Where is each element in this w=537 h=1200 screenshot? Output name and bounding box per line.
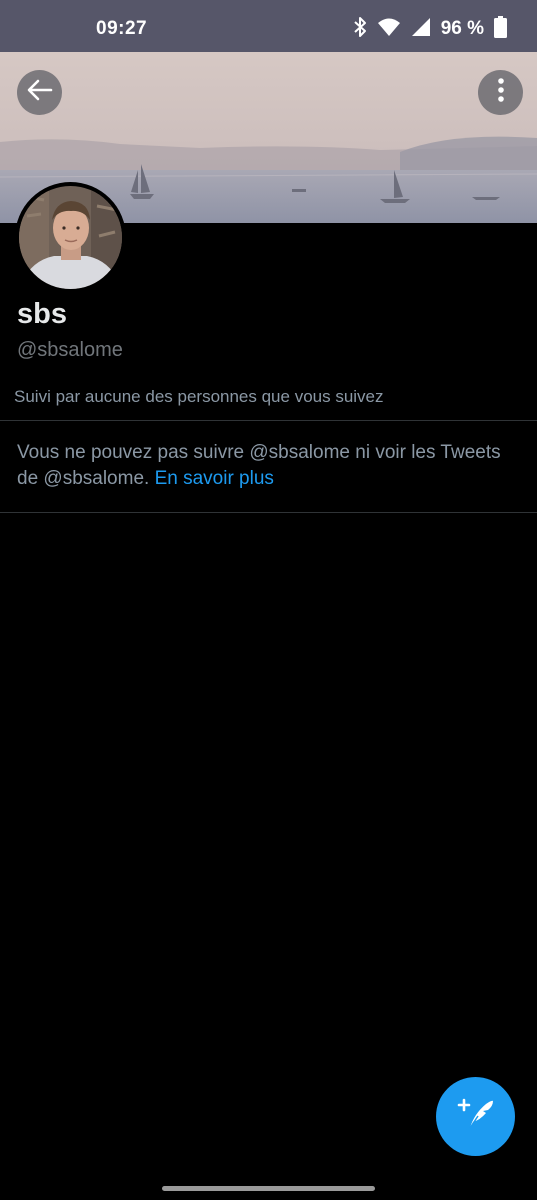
divider [0,420,537,421]
back-button[interactable] [17,70,62,115]
more-vertical-icon [497,77,505,108]
followed-by-text: Suivi par aucune des personnes que vous … [14,387,384,406]
arrow-left-icon [27,79,53,106]
home-indicator[interactable] [162,1186,375,1191]
learn-more-link[interactable]: En savoir plus [155,468,274,489]
avatar[interactable] [15,182,126,293]
compose-tweet-icon [456,1094,496,1139]
display-name: sbs [17,298,67,330]
compose-tweet-button[interactable] [436,1077,515,1156]
avatar-photo [19,186,122,289]
divider [0,512,537,513]
battery-icon [494,15,507,43]
status-bar: 09:27 96 % [0,0,537,52]
status-icons: 96 % [353,15,507,43]
status-time: 09:27 [96,18,148,39]
wifi-icon [377,17,401,42]
user-handle: @sbsalome [17,339,123,361]
profile-screen: 09:27 96 % sbs @sbsalome Suivi par aucun… [0,0,537,1200]
bluetooth-icon [353,16,367,43]
battery-percent: 96 % [440,18,484,39]
more-options-button[interactable] [478,70,523,115]
signal-icon [411,17,431,42]
protected-account-notice: Vous ne pouvez pas suivre @sbsalome ni v… [17,440,522,492]
